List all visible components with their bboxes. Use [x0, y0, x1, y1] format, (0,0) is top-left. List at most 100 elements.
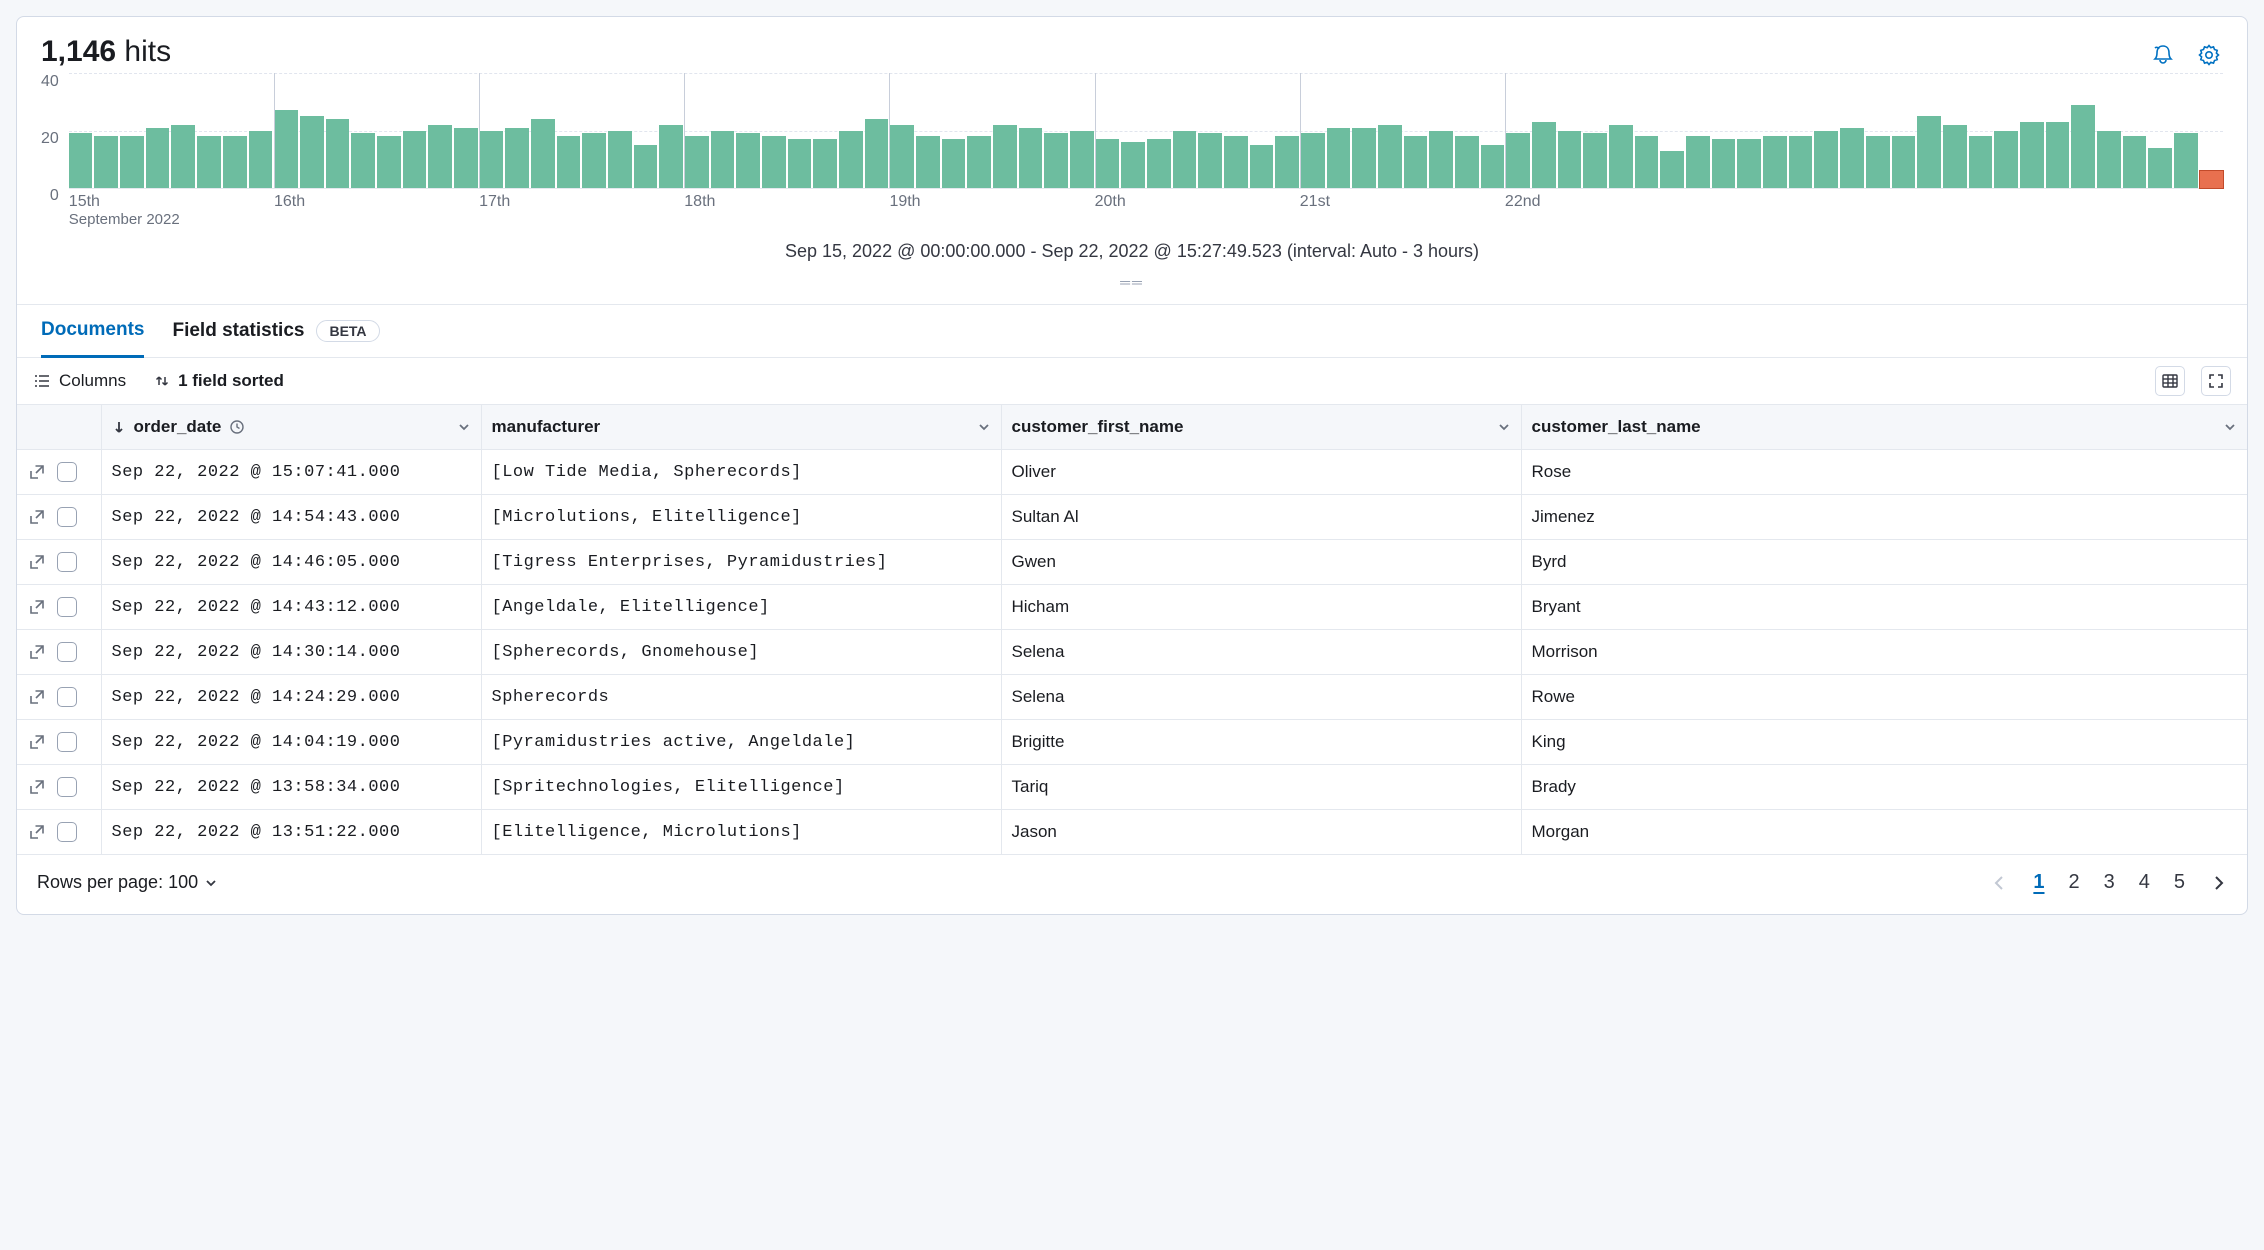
histogram-bar[interactable] — [1378, 125, 1402, 188]
histogram-bar[interactable] — [1173, 131, 1197, 189]
histogram-bar[interactable] — [1969, 136, 1993, 188]
histogram-bar[interactable] — [1558, 131, 1582, 189]
histogram-bar[interactable] — [557, 136, 581, 188]
header-customer-last-name[interactable]: customer_last_name — [1521, 405, 2247, 450]
histogram-bar[interactable] — [890, 125, 914, 188]
histogram-bar[interactable] — [2148, 148, 2172, 188]
histogram-bar[interactable] — [2200, 171, 2224, 188]
histogram-bar[interactable] — [403, 131, 427, 189]
histogram-bar[interactable] — [967, 136, 991, 188]
chevron-down-icon[interactable] — [1497, 420, 1511, 434]
histogram-bar[interactable] — [711, 131, 735, 189]
chevron-down-icon[interactable] — [457, 420, 471, 434]
histogram-bar[interactable] — [582, 133, 606, 188]
display-options-icon[interactable] — [2155, 366, 2185, 396]
histogram-bar[interactable] — [788, 139, 812, 188]
histogram-bar[interactable] — [1429, 131, 1453, 189]
histogram-bar[interactable] — [1892, 136, 1916, 188]
row-checkbox[interactable] — [57, 462, 77, 482]
histogram-bar[interactable] — [2046, 122, 2070, 188]
histogram-bar[interactable] — [1019, 128, 1043, 188]
histogram-bar[interactable] — [916, 136, 940, 188]
histogram-bar[interactable] — [1404, 136, 1428, 188]
expand-row-icon[interactable] — [27, 642, 47, 662]
histogram-bar[interactable] — [120, 136, 144, 188]
tab-documents[interactable]: Documents — [41, 305, 144, 358]
histogram-bar[interactable] — [1147, 139, 1171, 188]
histogram-bar[interactable] — [505, 128, 529, 188]
histogram-bar[interactable] — [1121, 142, 1145, 188]
row-checkbox[interactable] — [57, 507, 77, 527]
columns-button[interactable]: Columns — [33, 371, 126, 391]
histogram-bar[interactable] — [1327, 128, 1351, 188]
histogram-bar[interactable] — [1070, 131, 1094, 189]
expand-row-icon[interactable] — [27, 597, 47, 617]
row-checkbox[interactable] — [57, 687, 77, 707]
histogram-bar[interactable] — [1198, 133, 1222, 188]
histogram-bar[interactable] — [197, 136, 221, 188]
histogram-bar[interactable] — [2123, 136, 2147, 188]
histogram-bar[interactable] — [1994, 131, 2018, 189]
row-checkbox[interactable] — [57, 597, 77, 617]
histogram-bar[interactable] — [1686, 136, 1710, 188]
chevron-down-icon[interactable] — [2223, 420, 2237, 434]
expand-row-icon[interactable] — [27, 687, 47, 707]
histogram-bar[interactable] — [146, 128, 170, 188]
row-checkbox[interactable] — [57, 777, 77, 797]
histogram-bar[interactable] — [2174, 133, 2198, 188]
next-page-icon[interactable] — [2209, 874, 2227, 892]
histogram-bar[interactable] — [1917, 116, 1941, 188]
histogram-bar[interactable] — [171, 125, 195, 188]
histogram-bar[interactable] — [839, 131, 863, 189]
histogram-bar[interactable] — [1250, 145, 1274, 188]
histogram-bar[interactable] — [1712, 139, 1736, 188]
expand-row-icon[interactable] — [27, 777, 47, 797]
fullscreen-icon[interactable] — [2201, 366, 2231, 396]
histogram-bar[interactable] — [942, 139, 966, 188]
histogram-bar[interactable] — [428, 125, 452, 188]
histogram-bar[interactable] — [1763, 136, 1787, 188]
histogram-bar[interactable] — [608, 131, 632, 189]
histogram-bar[interactable] — [223, 136, 247, 188]
histogram-bar[interactable] — [1301, 133, 1325, 188]
tab-field-statistics[interactable]: Field statistics BETA — [172, 306, 379, 356]
histogram-bar[interactable] — [659, 125, 683, 188]
expand-row-icon[interactable] — [27, 552, 47, 572]
histogram-bar[interactable] — [993, 125, 1017, 188]
rows-per-page-select[interactable]: Rows per page: 100 — [37, 872, 218, 893]
histogram-bar[interactable] — [326, 119, 350, 188]
histogram-bar[interactable] — [1224, 136, 1248, 188]
header-customer-first-name[interactable]: customer_first_name — [1001, 405, 1521, 450]
page-number[interactable]: 4 — [2139, 871, 2150, 894]
page-number[interactable]: 3 — [2104, 871, 2115, 894]
histogram-bar[interactable] — [2020, 122, 2044, 188]
histogram-bar[interactable] — [300, 116, 324, 188]
histogram-bar[interactable] — [1635, 136, 1659, 188]
histogram-bar[interactable] — [1044, 133, 1068, 188]
histogram-bar[interactable] — [1506, 133, 1530, 188]
histogram-bar[interactable] — [94, 136, 118, 188]
expand-row-icon[interactable] — [27, 822, 47, 842]
histogram-bar[interactable] — [1737, 139, 1761, 188]
histogram-bar[interactable] — [685, 136, 709, 188]
histogram-bar[interactable] — [736, 133, 760, 188]
histogram-bar[interactable] — [480, 131, 504, 189]
header-order-date[interactable]: order_date — [101, 405, 481, 450]
histogram-bar[interactable] — [274, 110, 298, 188]
row-checkbox[interactable] — [57, 552, 77, 572]
histogram-bar[interactable] — [1455, 136, 1479, 188]
histogram-bar[interactable] — [762, 136, 786, 188]
page-number[interactable]: 2 — [2069, 871, 2080, 894]
histogram-bar[interactable] — [813, 139, 837, 188]
histogram-bar[interactable] — [1096, 139, 1120, 188]
histogram-bar[interactable] — [1532, 122, 1556, 188]
histogram-bar[interactable] — [1866, 136, 1890, 188]
expand-row-icon[interactable] — [27, 507, 47, 527]
histogram-bar[interactable] — [1943, 125, 1967, 188]
histogram-bar[interactable] — [865, 119, 889, 188]
histogram-bar[interactable] — [1583, 133, 1607, 188]
histogram-bar[interactable] — [1609, 125, 1633, 188]
histogram-bar[interactable] — [1789, 136, 1813, 188]
histogram-bar[interactable] — [351, 133, 375, 188]
histogram-bar[interactable] — [69, 133, 93, 188]
